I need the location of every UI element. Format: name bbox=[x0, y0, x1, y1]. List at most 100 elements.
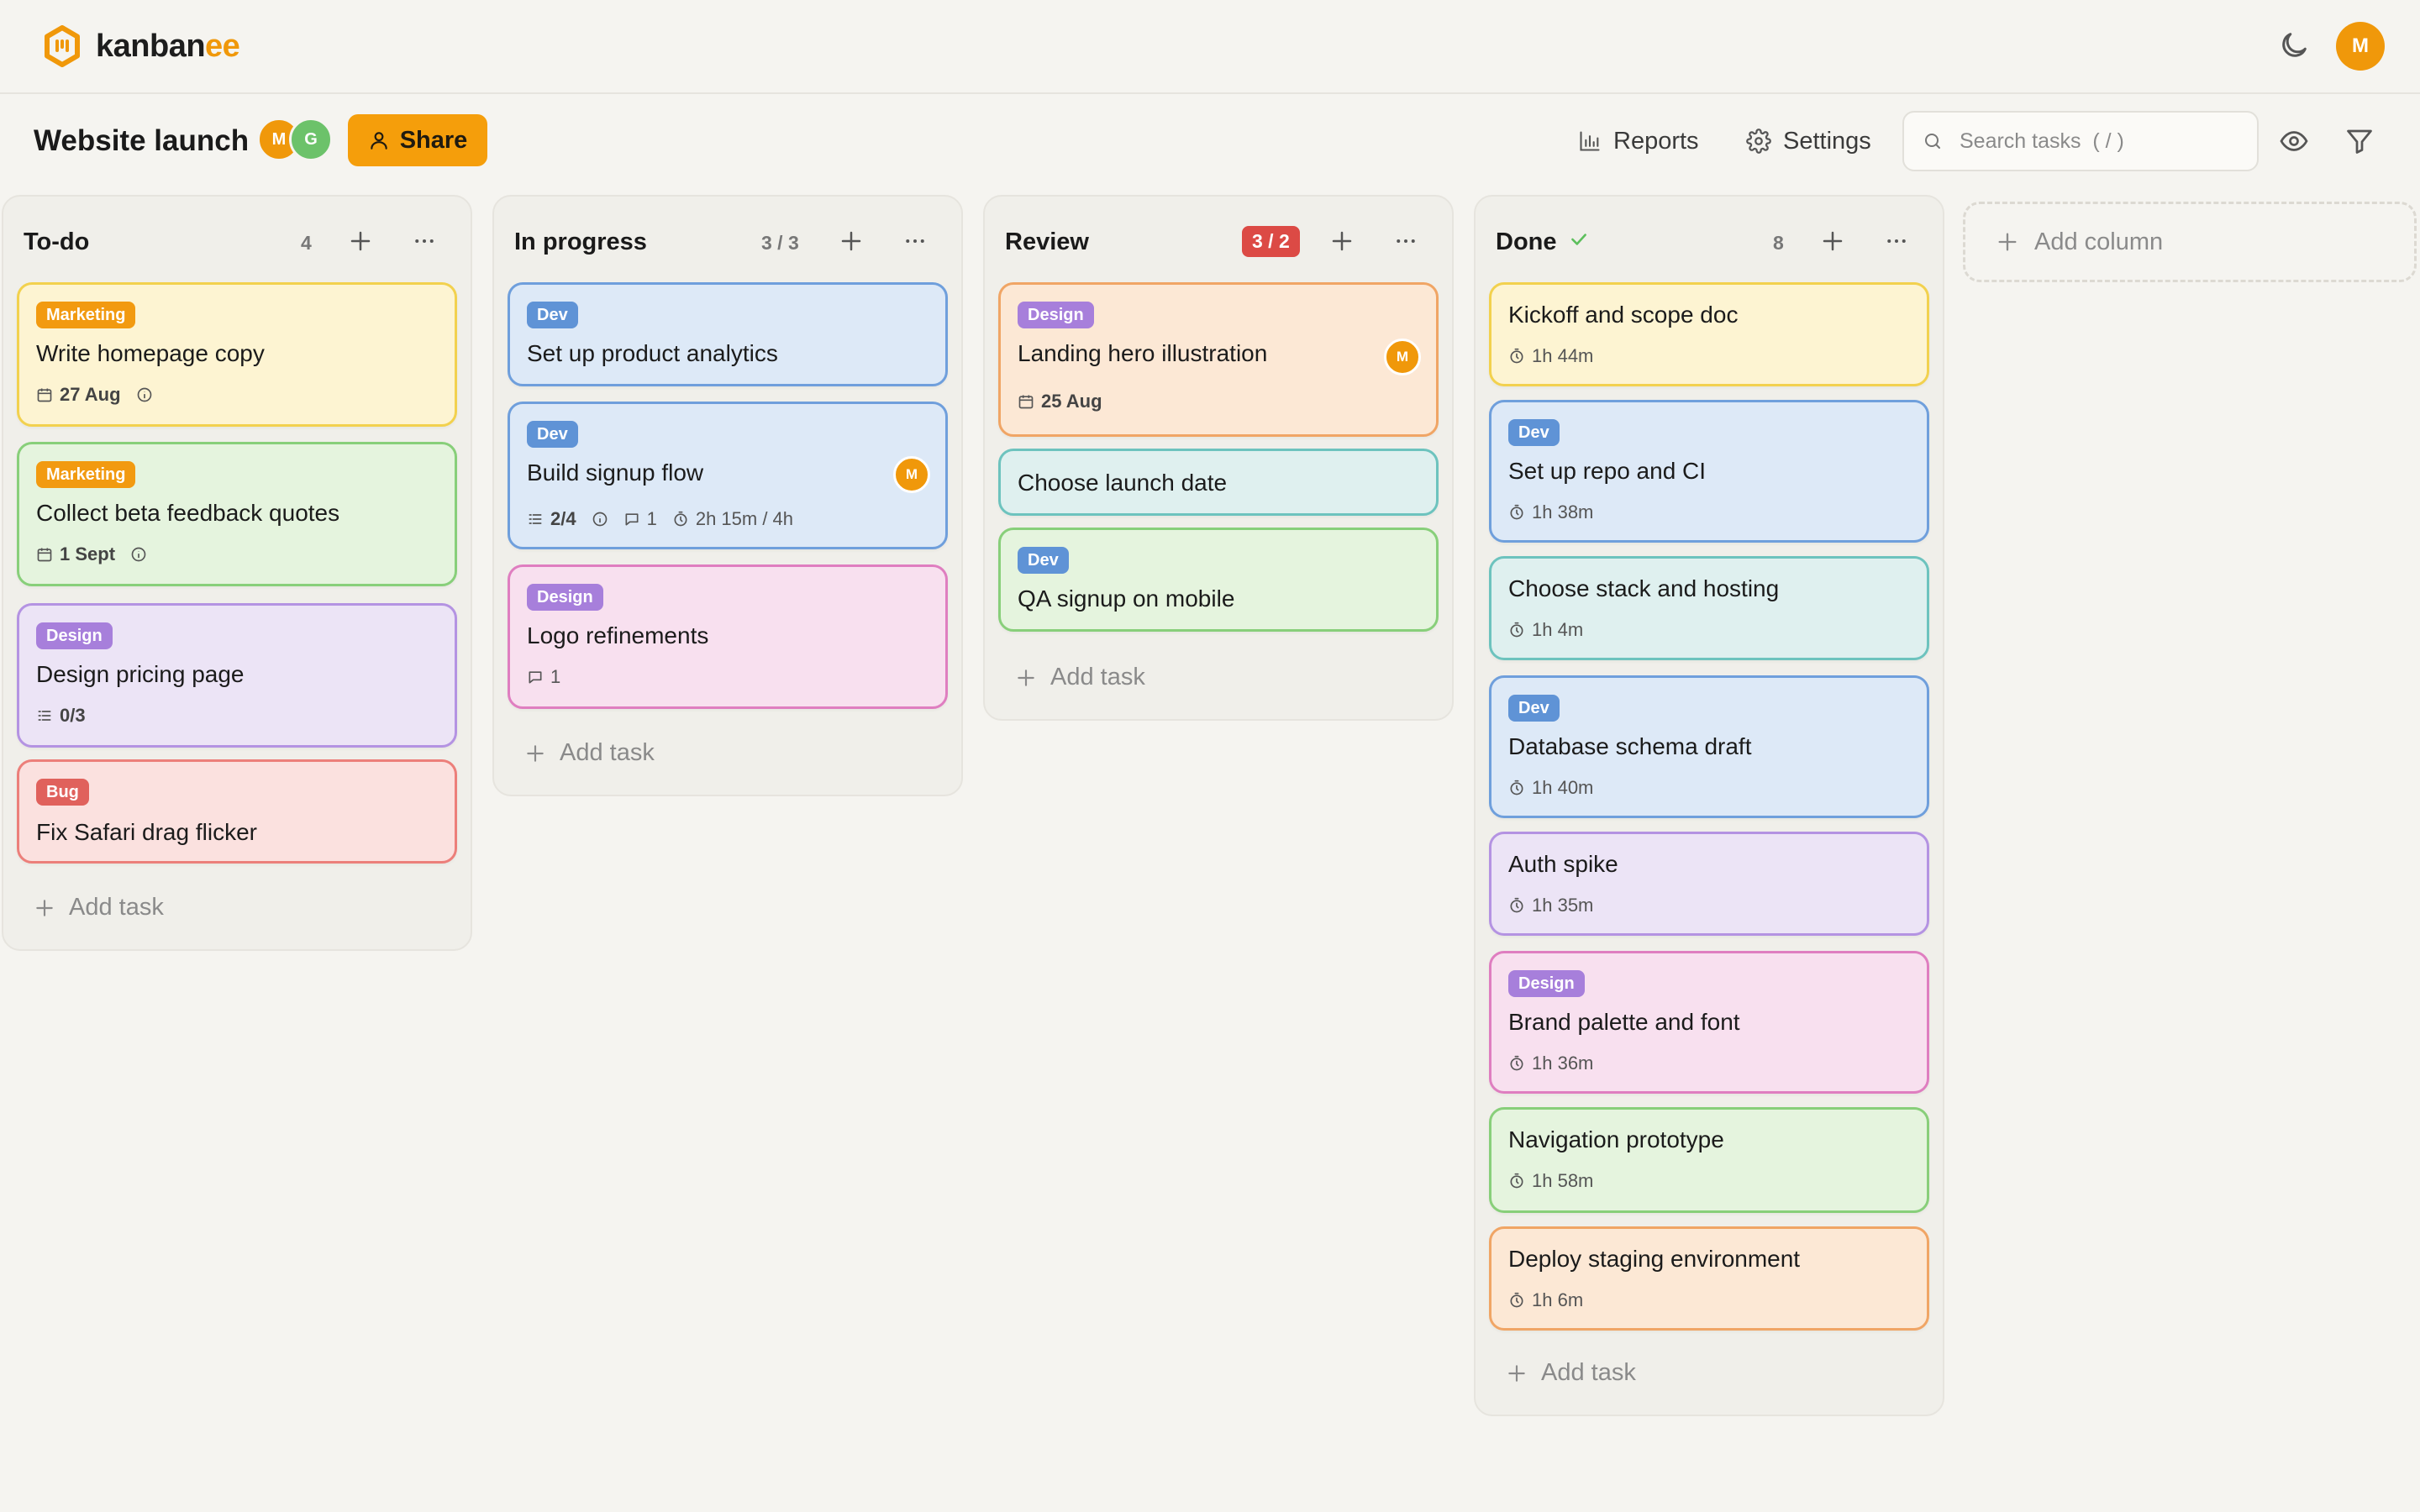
search-icon bbox=[1925, 134, 1940, 149]
dark-mode-toggle-icon[interactable] bbox=[2277, 29, 2311, 62]
column-header: In progress 3 / 3 bbox=[494, 197, 961, 286]
task-meta: 1h 38m bbox=[1508, 501, 1593, 523]
more-options-icon[interactable] bbox=[412, 228, 437, 254]
task-count: 4 bbox=[301, 232, 312, 254]
timer-icon bbox=[1510, 504, 1523, 520]
tag-dev: Dev bbox=[1508, 695, 1560, 722]
filter-icon[interactable] bbox=[2344, 126, 2375, 156]
settings-button[interactable]: Settings bbox=[1746, 121, 1871, 161]
tag-marketing: Marketing bbox=[36, 461, 136, 488]
task-card[interactable]: Design Design pricing page 0/3 bbox=[17, 603, 457, 748]
column-todo: To-do 4 Marketing Write homepage copy 27… bbox=[2, 195, 472, 951]
task-card[interactable]: Dev Database schema draft 1h 40m bbox=[1489, 675, 1929, 818]
plus-icon bbox=[1998, 233, 2017, 251]
add-task-button[interactable]: Add task bbox=[34, 894, 164, 921]
time-tracked: 1h 44m bbox=[1508, 345, 1593, 367]
bar-chart-icon bbox=[1580, 131, 1600, 151]
tag-design: Design bbox=[1508, 970, 1585, 997]
task-meta: 27 Aug bbox=[36, 384, 153, 406]
check-icon bbox=[1571, 234, 1586, 245]
assignee-avatar[interactable]: M bbox=[1384, 339, 1421, 375]
user-icon bbox=[370, 132, 387, 150]
add-column-label: Add column bbox=[2034, 228, 2164, 255]
due-date: 1 Sept bbox=[36, 543, 115, 565]
add-task-button[interactable]: Add task bbox=[524, 739, 655, 767]
user-avatar[interactable]: M bbox=[2336, 22, 2385, 71]
time-tracked: 1h 6m bbox=[1508, 1289, 1583, 1311]
column-header: Review 3 / 2 bbox=[985, 197, 1452, 286]
add-column-button[interactable]: Add column bbox=[1963, 202, 2417, 282]
calendar-icon bbox=[1018, 395, 1034, 409]
task-card[interactable]: Auth spike 1h 35m bbox=[1489, 832, 1929, 936]
task-card[interactable]: Design Landing hero illustration M 25 Au… bbox=[998, 282, 1439, 437]
add-task-button[interactable]: Add task bbox=[1015, 664, 1145, 691]
column-in-progress: In progress 3 / 3 Dev Set up product ana… bbox=[492, 195, 963, 796]
plus-icon[interactable] bbox=[348, 228, 373, 254]
calendar-icon bbox=[37, 388, 52, 402]
due-date: 27 Aug bbox=[36, 384, 121, 406]
top-bar: kanbanee M bbox=[0, 0, 2420, 94]
task-card[interactable]: Dev Build signup flow M 2/4 1 2h 15m / 4… bbox=[508, 402, 948, 549]
share-button[interactable]: Share bbox=[348, 114, 487, 166]
task-meta: 1h 6m bbox=[1508, 1289, 1583, 1311]
task-meta: 1 bbox=[527, 666, 560, 688]
task-title: Landing hero illustration bbox=[1018, 340, 1268, 366]
visibility-eye-icon[interactable] bbox=[2279, 126, 2309, 156]
time-tracked: 2h 15m / 4h bbox=[672, 508, 793, 530]
task-card[interactable]: Design Brand palette and font 1h 36m bbox=[1489, 951, 1929, 1094]
task-card[interactable]: Choose stack and hosting 1h 4m bbox=[1489, 556, 1929, 660]
member-avatar[interactable]: G bbox=[289, 118, 333, 161]
task-card[interactable]: Dev Set up repo and CI 1h 38m bbox=[1489, 400, 1929, 543]
more-options-icon[interactable] bbox=[1884, 228, 1909, 254]
search-box[interactable] bbox=[1902, 111, 2259, 171]
task-card[interactable]: Marketing Collect beta feedback quotes 1… bbox=[17, 442, 457, 586]
board-members[interactable]: M G bbox=[257, 118, 334, 163]
task-meta: 0/3 bbox=[36, 705, 86, 727]
plus-icon[interactable] bbox=[839, 228, 864, 254]
task-card[interactable]: Navigation prototype 1h 58m bbox=[1489, 1107, 1929, 1213]
task-card[interactable]: Choose launch date bbox=[998, 449, 1439, 516]
timer-icon bbox=[1510, 1292, 1523, 1308]
task-title: Kickoff and scope doc bbox=[1508, 302, 1739, 328]
checklist-progress: 2/4 bbox=[527, 508, 576, 530]
tag-dev: Dev bbox=[527, 302, 578, 328]
app-logo[interactable]: kanbanee bbox=[44, 25, 240, 67]
timer-icon bbox=[1510, 1055, 1523, 1071]
task-title: QA signup on mobile bbox=[1018, 585, 1235, 612]
gear-icon bbox=[1746, 129, 1771, 154]
task-card[interactable]: Marketing Write homepage copy 27 Aug bbox=[17, 282, 457, 427]
task-meta: 1 Sept bbox=[36, 543, 147, 565]
checklist-progress: 0/3 bbox=[36, 705, 86, 727]
task-count: 8 bbox=[1773, 232, 1784, 254]
task-card[interactable]: Dev Set up product analytics bbox=[508, 282, 948, 386]
plus-icon[interactable] bbox=[1820, 228, 1845, 254]
info-icon bbox=[592, 512, 607, 527]
board-title: Website launch bbox=[34, 124, 250, 157]
tag-dev: Dev bbox=[1508, 419, 1560, 446]
column-review: Review 3 / 2 Design Landing hero illustr… bbox=[983, 195, 1454, 721]
assignee-avatar[interactable]: M bbox=[893, 456, 930, 493]
task-card[interactable]: Kickoff and scope doc 1h 44m bbox=[1489, 282, 1929, 386]
task-card[interactable]: Deploy staging environment 1h 6m bbox=[1489, 1226, 1929, 1331]
task-title: Set up repo and CI bbox=[1508, 458, 1707, 484]
task-meta: 1h 36m bbox=[1508, 1053, 1593, 1074]
task-title: Logo refinements bbox=[527, 622, 709, 648]
task-title: Database schema draft bbox=[1508, 733, 1752, 759]
reports-button[interactable]: Reports bbox=[1578, 121, 1699, 161]
task-card[interactable]: Design Logo refinements 1 bbox=[508, 564, 948, 709]
more-options-icon[interactable] bbox=[1393, 228, 1418, 254]
more-options-icon[interactable] bbox=[902, 228, 928, 254]
tag-design: Design bbox=[36, 622, 113, 649]
settings-label: Settings bbox=[1783, 127, 1871, 155]
column-title: Done bbox=[1496, 228, 1557, 255]
search-input[interactable] bbox=[1960, 129, 2245, 154]
column-done: Done 8 Kickoff and scope doc 1h 44m Dev … bbox=[1474, 195, 1944, 1416]
logo-text: kanbanee bbox=[96, 28, 240, 64]
task-card[interactable]: Dev QA signup on mobile bbox=[998, 528, 1439, 632]
add-task-button[interactable]: Add task bbox=[1506, 1359, 1636, 1387]
plus-icon[interactable] bbox=[1329, 228, 1355, 254]
reports-label: Reports bbox=[1613, 127, 1699, 155]
task-title: Build signup flow bbox=[527, 459, 704, 486]
timer-icon bbox=[1510, 622, 1523, 638]
task-card[interactable]: Bug Fix Safari drag flicker bbox=[17, 759, 457, 864]
